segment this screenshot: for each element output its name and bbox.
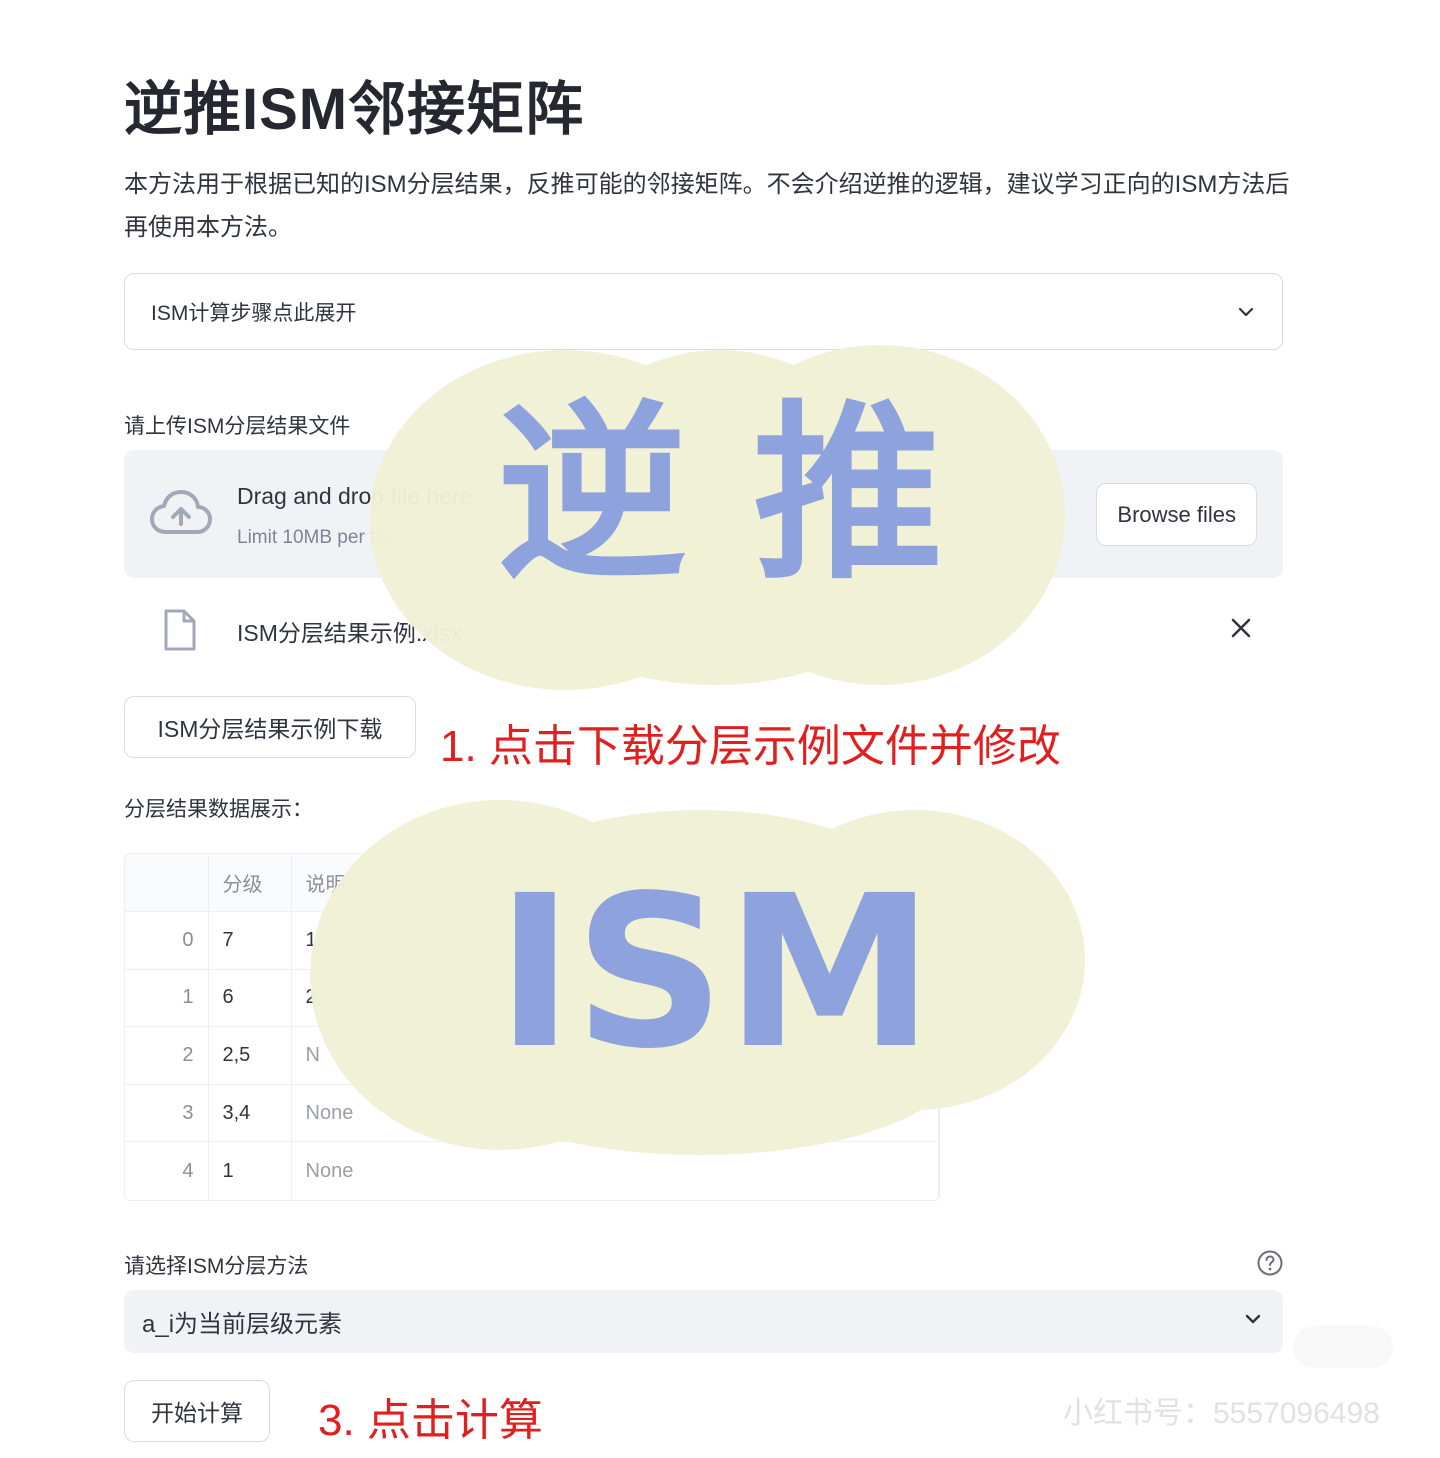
table-header: 分级 — [208, 854, 292, 913]
browse-files-button[interactable]: Browse files — [1096, 483, 1257, 546]
page-title: 逆推ISM邻接矩阵 — [124, 77, 585, 142]
uploaded-file-name: ISM分层结果示例.xlsx — [237, 620, 462, 646]
file-dropzone[interactable]: Drag and drop file here Limit 10MB per f… — [124, 450, 1283, 578]
row-index: 3 — [125, 1084, 209, 1143]
table-label: 分层结果数据展示： — [124, 798, 313, 821]
table-row: 4 1 None — [125, 1141, 939, 1200]
level-cell: 1 — [208, 1141, 292, 1200]
download-example-button[interactable]: ISM分层结果示例下载 — [124, 696, 416, 758]
expander-label: ISM计算步骤点此展开 — [151, 301, 357, 325]
desc-cell: None — [291, 1084, 939, 1143]
method-select[interactable]: a_i为当前层级元素 — [124, 1290, 1283, 1353]
file-icon — [162, 608, 198, 657]
chevron-down-icon — [1243, 1309, 1263, 1334]
table-row: 2 2,5 N — [125, 1026, 939, 1085]
close-icon[interactable] — [1229, 616, 1253, 645]
row-index: 1 — [125, 969, 209, 1028]
row-index: 4 — [125, 1141, 209, 1200]
question-circle-icon[interactable] — [1256, 1249, 1284, 1282]
desc-cell: None — [291, 1141, 939, 1200]
desc-cell: N — [291, 1026, 939, 1085]
level-cell: 7 — [208, 911, 292, 970]
method-label: 请选择ISM分层方法 — [124, 1255, 309, 1278]
drop-limit: Limit 10MB per file — [237, 527, 395, 548]
table-header: 说明 — [291, 854, 939, 913]
step1-annotation: 1. 点击下载分层示例文件并修改 — [440, 722, 1061, 771]
data-table: 分级 说明 0 7 1. 1 6 2 2 2,5 N 3 3,4 None 4 … — [124, 853, 940, 1201]
start-calculation-button[interactable]: 开始计算 — [124, 1380, 270, 1442]
drop-instruction: Drag and drop file here — [237, 483, 473, 509]
level-cell: 3,4 — [208, 1084, 292, 1143]
chevron-down-icon — [1236, 302, 1256, 322]
row-index: 0 — [125, 911, 209, 970]
table-row: 0 7 1. — [125, 911, 939, 970]
cloud-upload-icon — [150, 488, 212, 543]
desc-cell: 2 — [291, 969, 939, 1028]
steps-expander[interactable]: ISM计算步骤点此展开 — [124, 273, 1283, 350]
row-index: 2 — [125, 1026, 209, 1085]
table-row: 3 3,4 None — [125, 1084, 939, 1143]
table-row: 1 6 2 — [125, 969, 939, 1028]
desc-cell: 1. — [291, 911, 939, 970]
watermark-text: 小红书号：5557096498 — [1063, 1397, 1380, 1430]
table-header-row: 分级 说明 — [125, 854, 939, 913]
level-cell: 6 — [208, 969, 292, 1028]
table-header — [125, 854, 209, 913]
watermark-badge — [1293, 1326, 1393, 1368]
uploaded-file-row: ISM分层结果示例.xlsx — [124, 598, 1283, 664]
step3-annotation: 3. 点击计算 — [318, 1396, 543, 1445]
intro-text: 本方法用于根据已知的ISM分层结果，反推可能的邻接矩阵。不会介绍逆推的逻辑，建议… — [124, 171, 1290, 241]
upload-label: 请上传ISM分层结果文件 — [124, 415, 351, 438]
method-select-value: a_i为当前层级元素 — [142, 1311, 343, 1338]
level-cell: 2,5 — [208, 1026, 292, 1085]
